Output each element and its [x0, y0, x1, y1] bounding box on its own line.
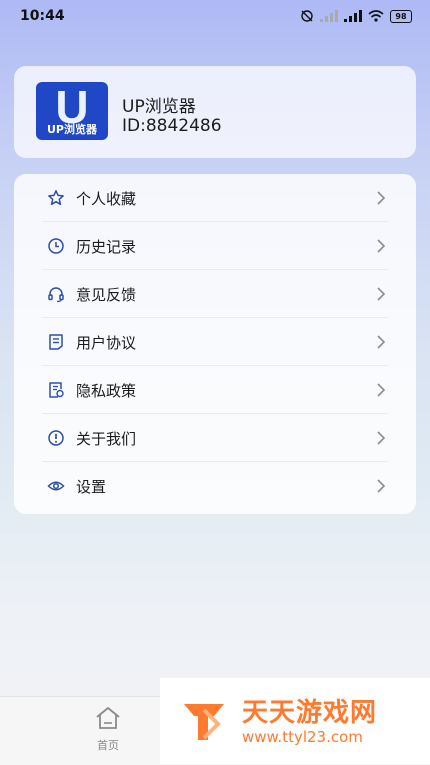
alarm-off-icon: [301, 10, 313, 22]
status-bar: 10:44 98: [0, 0, 430, 34]
menu-label-feedback: 意见反馈: [76, 286, 137, 304]
user-id: ID:8842486: [122, 116, 222, 136]
user-name: UP浏览器: [122, 97, 196, 117]
document-icon: [49, 334, 63, 350]
nav-home[interactable]: 首页: [84, 705, 132, 757]
signal-weak-icon: [320, 10, 338, 22]
menu-item-favorites[interactable]: 个人收藏: [14, 174, 416, 222]
menu-item-feedback[interactable]: 意见反馈: [14, 270, 416, 318]
menu-label-user-agreement: 用户协议: [76, 334, 137, 352]
chevron-right-icon: [377, 431, 386, 445]
profile-card[interactable]: U UP浏览器 UP浏览器 ID:8842486: [14, 66, 416, 158]
chevron-right-icon: [377, 191, 386, 205]
menu-label-about-us: 关于我们: [76, 430, 137, 448]
headset-icon: [48, 287, 64, 303]
chevron-right-icon: [377, 239, 386, 253]
signal-icon: [344, 10, 362, 22]
eye-icon: [47, 481, 65, 491]
watermark-logo-icon: [184, 704, 224, 740]
menu-label-privacy-policy: 隐私政策: [76, 382, 137, 400]
menu-item-user-agreement[interactable]: 用户协议: [14, 318, 416, 366]
chevron-right-icon: [377, 335, 386, 349]
menu-label-history: 历史记录: [76, 238, 137, 256]
menu-item-about-us[interactable]: 关于我们: [14, 414, 416, 462]
watermark-url: www.ttyl23.com: [242, 728, 363, 746]
menu-card: 个人收藏 历史记录 意见反馈 用户协议 隐私政策 关于我们 设置: [14, 174, 416, 514]
privacy-doc-icon: [49, 382, 64, 398]
menu-label-favorites: 个人收藏: [76, 190, 137, 208]
battery-icon: 98: [390, 9, 412, 23]
app-logo: U UP浏览器: [36, 82, 108, 140]
watermark-title: 天天游戏网: [242, 698, 378, 728]
star-icon: [48, 190, 64, 206]
chevron-right-icon: [377, 479, 386, 493]
watermark: 天天游戏网 www.ttyl23.com: [160, 678, 430, 764]
info-icon: [48, 430, 64, 446]
menu-item-privacy-policy[interactable]: 隐私政策: [14, 366, 416, 414]
status-time: 10:44: [20, 8, 65, 24]
home-icon: [96, 707, 120, 729]
chevron-right-icon: [377, 383, 386, 397]
chevron-right-icon: [377, 287, 386, 301]
menu-label-settings: 设置: [76, 478, 107, 496]
nav-home-label: 首页: [97, 739, 119, 752]
wifi-icon: [368, 10, 384, 22]
logo-text: UP浏览器: [47, 123, 97, 136]
menu-item-settings[interactable]: 设置: [14, 462, 416, 510]
status-icons: 98: [300, 9, 412, 23]
menu-item-history[interactable]: 历史记录: [14, 222, 416, 270]
clock-icon: [48, 238, 64, 254]
